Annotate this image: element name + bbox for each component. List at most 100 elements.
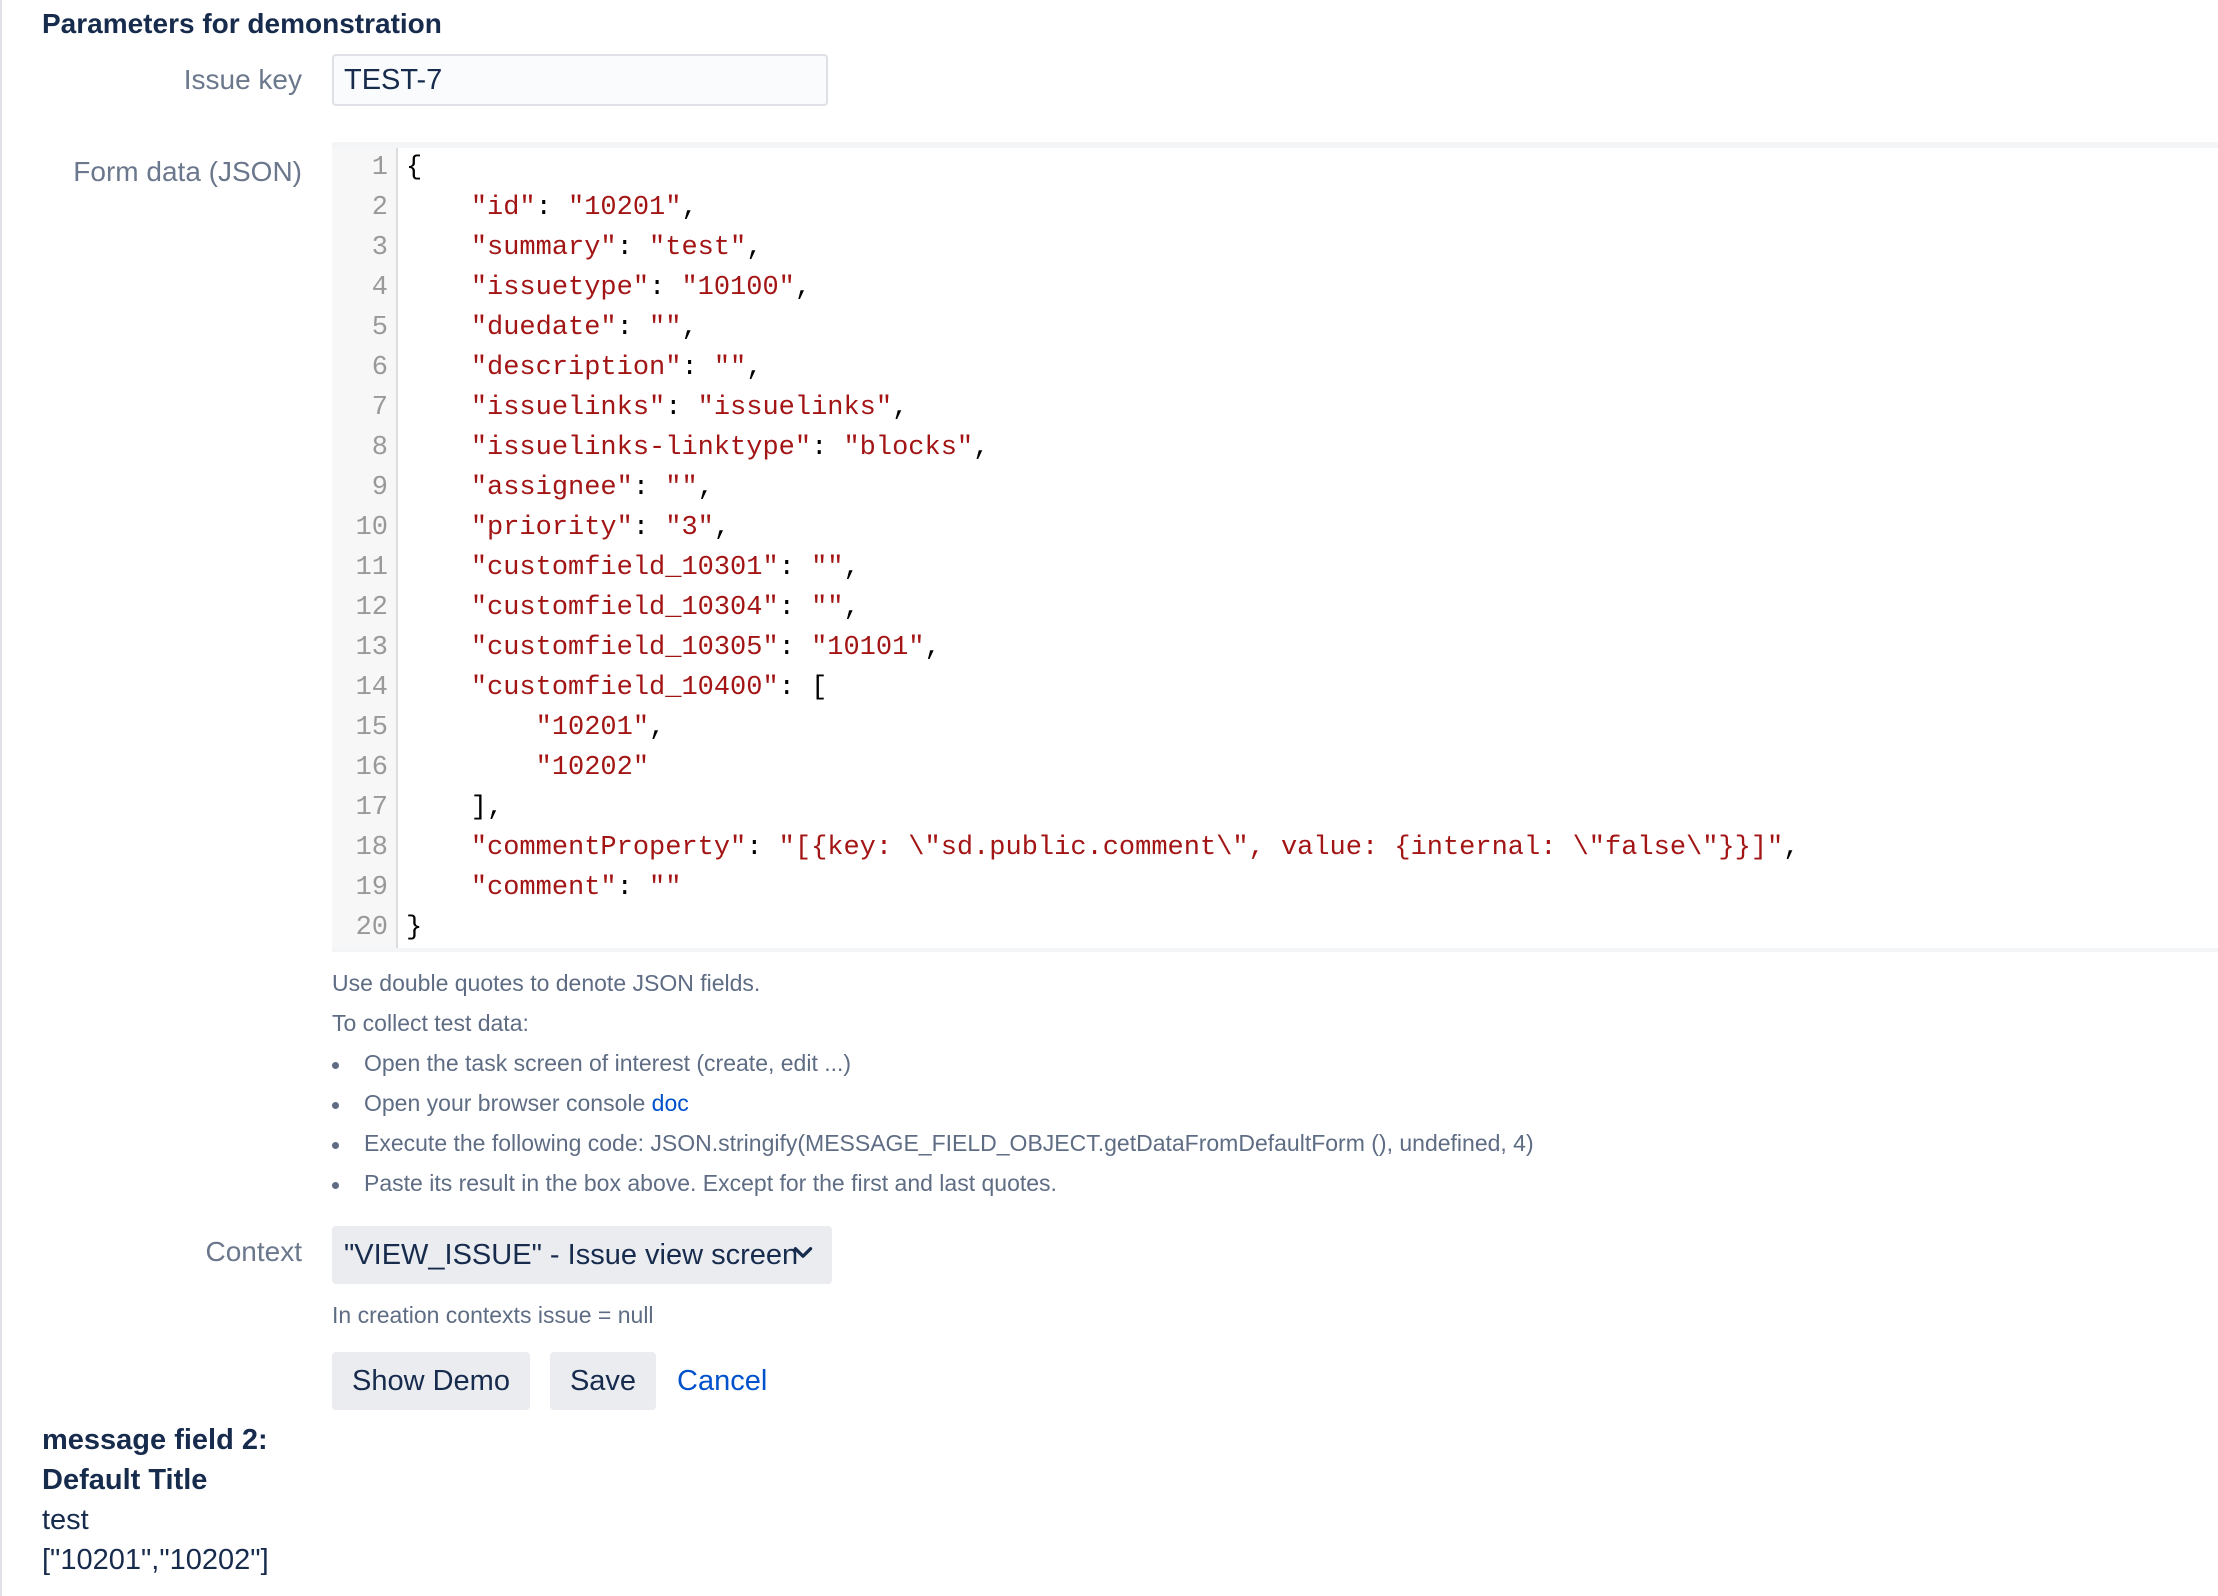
code-token-str: ""	[649, 313, 682, 343]
code-line: 18 "commentProperty": "[{key: \"sd.publi…	[332, 828, 2218, 868]
line-number: 1	[371, 153, 388, 183]
code-token-punct: :	[632, 473, 666, 503]
code-token-str: "blocks"	[843, 433, 974, 463]
issue-key-label: Issue key	[183, 64, 302, 95]
code-token-punct: :	[681, 353, 714, 383]
code-token-punct: ,	[681, 313, 698, 343]
help-bullet-text: Execute the following code: JSON.stringi…	[364, 1130, 1534, 1156]
section-title: Parameters for demonstration	[42, 8, 442, 39]
code-line: 13 "customfield_10305": "10101",	[332, 628, 2218, 668]
code-token-key: "customfield_10301"	[470, 553, 779, 583]
code-line: 11 "customfield_10301": "",	[332, 548, 2218, 588]
code-line: 7 "issuelinks": "issuelinks",	[332, 388, 2218, 428]
code-token-punct: :	[616, 313, 650, 343]
code-token-str: "3"	[665, 513, 714, 543]
line-code: "10201",	[406, 708, 666, 748]
help-bullet-text: Open your browser console doc	[364, 1090, 689, 1117]
code-token-punct	[406, 313, 471, 343]
code-token-punct: :	[649, 273, 682, 303]
code-token-punct	[406, 193, 471, 223]
code-line: 17 ],	[332, 788, 2218, 828]
line-number: 3	[371, 233, 388, 263]
line-code: "commentProperty": "[{key: \"sd.public.c…	[406, 828, 1800, 868]
line-number: 13	[355, 633, 388, 663]
code-token-str: "10101"	[811, 633, 925, 663]
code-token-key: "commentProperty"	[470, 833, 747, 863]
code-line: 8 "issuelinks-linktype": "blocks",	[332, 428, 2218, 468]
code-token-punct: ,	[1783, 833, 1800, 863]
cancel-link[interactable]: Cancel	[677, 1352, 767, 1410]
code-token-punct: ,	[843, 593, 860, 623]
line-code: "customfield_10400": [	[406, 668, 827, 708]
code-token-punct: ,	[924, 633, 941, 663]
code-line: 9 "assignee": "",	[332, 468, 2218, 508]
message-field-subtitle: Default Title	[42, 1464, 208, 1496]
code-token-key: "description"	[470, 353, 682, 383]
code-token-punct: }	[406, 913, 423, 943]
code-token-punct	[406, 753, 536, 783]
code-line: 20}	[332, 908, 2218, 948]
context-select[interactable]: "VIEW_ISSUE" - Issue view screen	[332, 1226, 832, 1284]
code-token-punct	[406, 513, 471, 543]
code-line: 16 "10202"	[332, 748, 2218, 788]
code-token-punct	[406, 673, 471, 703]
line-number: 2	[371, 193, 388, 223]
json-code-editor[interactable]: 1{2 "id": "10201", 3 "summary": "test", 4 …	[332, 142, 2218, 952]
code-token-str: ""	[713, 353, 747, 383]
code-token-key: "issuelinks"	[470, 393, 666, 423]
code-token-punct: {	[406, 153, 423, 183]
code-token-punct: :	[616, 873, 650, 903]
code-token-punct	[406, 233, 471, 263]
line-code: ],	[406, 788, 503, 828]
line-code: "issuelinks-linktype": "blocks",	[406, 428, 990, 468]
code-token-key: "comment"	[470, 873, 617, 903]
help-bullet-text-part: Open your browser console	[364, 1090, 652, 1116]
message-field-value-summary: test	[42, 1504, 89, 1536]
code-token-punct: :	[811, 433, 844, 463]
code-token-punct	[406, 393, 471, 423]
code-token-punct: ],	[406, 793, 504, 823]
code-token-str: "10201"	[568, 193, 682, 223]
line-code: "issuelinks": "issuelinks",	[406, 388, 908, 428]
code-line: 2 "id": "10201",	[332, 188, 2218, 228]
code-token-punct: :	[746, 833, 779, 863]
show-demo-button[interactable]: Show Demo	[332, 1352, 530, 1410]
help-json-quotes: Use double quotes to denote JSON fields.	[332, 970, 761, 996]
line-code: {	[406, 148, 422, 188]
message-field-value-list: ["10201","10202"]	[42, 1544, 269, 1576]
line-number: 19	[355, 873, 388, 903]
code-token-punct	[406, 833, 471, 863]
context-note: In creation contexts issue = null	[332, 1302, 654, 1328]
chevron-down-icon	[793, 1247, 813, 1258]
line-number: 16	[355, 753, 388, 783]
code-token-key: "customfield_10305"	[470, 633, 779, 663]
code-token-punct: ,	[843, 553, 860, 583]
line-code: "issuetype": "10100",	[406, 268, 811, 308]
code-token-punct: ,	[794, 273, 812, 303]
code-token-punct	[406, 593, 471, 623]
code-token-key: "assignee"	[470, 473, 633, 503]
line-number: 18	[355, 833, 388, 863]
line-number: 10	[355, 513, 388, 543]
line-code: }	[406, 908, 422, 948]
code-token-punct: :	[535, 193, 569, 223]
code-token-key: "priority"	[470, 513, 633, 543]
code-token-str: ""	[665, 473, 698, 503]
line-code: "customfield_10304": "",	[406, 588, 860, 628]
code-token-punct: :	[632, 513, 666, 543]
code-line: 12 "customfield_10304": "",	[332, 588, 2218, 628]
code-token-punct: ,	[649, 713, 666, 743]
line-code: "customfield_10305": "10101",	[406, 628, 941, 668]
code-token-punct: :	[778, 633, 812, 663]
left-border	[0, 0, 2, 1596]
doc-link[interactable]: doc	[652, 1090, 689, 1116]
save-button[interactable]: Save	[550, 1352, 656, 1410]
help-bullet-text: Open the task screen of interest (create…	[364, 1050, 852, 1076]
code-line: 4 "issuetype": "10100",	[332, 268, 2218, 308]
code-token-punct: ,	[746, 233, 763, 263]
code-token-punct	[406, 273, 471, 303]
code-line: 14 "customfield_10400": [	[332, 668, 2218, 708]
issue-key-input[interactable]	[332, 54, 828, 106]
line-code: "priority": "3",	[406, 508, 730, 548]
code-line: 1{	[332, 148, 2218, 188]
